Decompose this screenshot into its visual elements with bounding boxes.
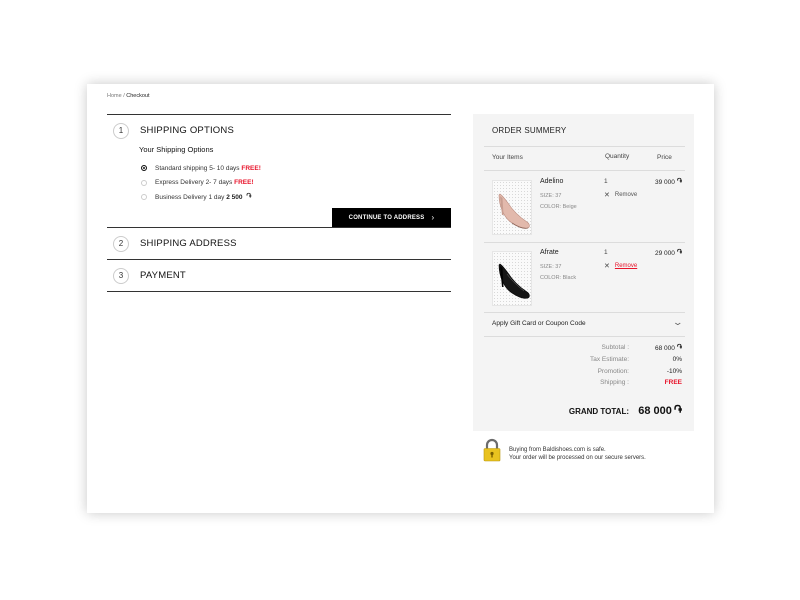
secure-notice: Buying from Baldishoes.com is safe. Your… <box>483 438 693 464</box>
secure-line-2: Your order will be processed on our secu… <box>509 455 646 461</box>
promotion-value: -10% <box>666 368 682 375</box>
item-quantity[interactable]: 1 <box>604 249 608 256</box>
subtotal-value: 68 000 ֏ <box>655 344 682 352</box>
close-icon: ✕ <box>604 192 610 199</box>
subtotal-label: Subtotal : <box>601 344 629 351</box>
item-size: SIZE: 37 <box>540 193 562 199</box>
dram-currency-icon: ֏ <box>676 178 683 185</box>
item-price: 39 000 ֏ <box>655 178 682 186</box>
breadcrumb: Home / Checkout <box>107 93 150 99</box>
breadcrumb-home[interactable]: Home <box>107 93 122 99</box>
secure-line-1: Buying from Baldishoes.com is safe. <box>509 447 606 453</box>
step-payment: 3 PAYMENT <box>107 259 451 292</box>
divider <box>484 170 685 171</box>
continue-to-address-button[interactable]: CONTINUE TO ADDRESS › <box>332 208 451 227</box>
option-label: Business Delivery 1 day <box>155 193 225 201</box>
item-price-value: 29 000 <box>655 249 675 257</box>
grand-total-amount: 68 000 <box>638 404 672 417</box>
dram-currency-icon: ֏ <box>676 249 683 256</box>
tax-value: 0% <box>672 356 682 363</box>
radio-selected[interactable] <box>141 165 147 172</box>
order-summary-panel: ORDER SUMMERY Your Items Quantity Price … <box>473 114 694 431</box>
option-price: FREE! <box>241 164 261 172</box>
step-number: 1 <box>113 122 129 139</box>
continue-label: CONTINUE TO ADDRESS <box>348 214 425 221</box>
item-color: COLOR: Black <box>540 275 577 281</box>
item-price-value: 39 000 <box>655 178 675 186</box>
column-price: Price <box>657 154 672 161</box>
radio-unselected[interactable] <box>141 194 147 201</box>
remove-label: Remove <box>614 263 638 269</box>
heel-shoe-icon <box>498 193 530 229</box>
step-title: SHIPPING ADDRESS <box>140 238 237 249</box>
dram-currency-icon: ֏ <box>676 344 682 351</box>
chevron-down-icon[interactable]: ⌄ <box>673 317 684 328</box>
divider <box>484 336 685 337</box>
checkout-card: Home / Checkout 1 SHIPPING OPTIONS Your … <box>87 84 714 513</box>
padlock-icon <box>483 438 501 462</box>
secure-text: Buying from Baldishoes.com is safe. Your… <box>509 446 646 462</box>
checkout-steps: 1 SHIPPING OPTIONS Your Shipping Options… <box>107 114 451 292</box>
divider <box>484 146 685 147</box>
column-quantity: Quantity <box>605 153 630 160</box>
shipping-option-business[interactable]: Business Delivery 1 day 2 500 ֏ <box>139 190 451 205</box>
close-icon: ✕ <box>604 263 610 270</box>
item-quantity[interactable]: 1 <box>604 178 608 185</box>
subtotal-amount: 68 000 <box>654 344 675 352</box>
shipping-label: Shipping : <box>600 379 629 386</box>
breadcrumb-separator: / <box>123 93 125 99</box>
dram-currency-icon: ֏ <box>673 404 682 416</box>
item-size: SIZE: 37 <box>540 264 562 270</box>
step-header[interactable]: 1 SHIPPING OPTIONS <box>107 115 451 146</box>
shipping-value: FREE <box>664 379 682 386</box>
radio-unselected[interactable] <box>141 179 147 186</box>
product-thumbnail[interactable] <box>492 180 532 235</box>
tax-label: Tax Estimate: <box>589 356 629 363</box>
heel-shoe-icon <box>498 263 530 299</box>
option-price: FREE! <box>234 179 254 187</box>
step-title: PAYMENT <box>140 270 186 281</box>
step-header[interactable]: 2 SHIPPING ADDRESS <box>107 228 451 259</box>
coupon-toggle[interactable]: Apply Gift Card or Coupon Code <box>492 320 586 327</box>
option-price: 2 500 <box>226 193 243 201</box>
step-shipping-options: 1 SHIPPING OPTIONS Your Shipping Options… <box>107 114 451 227</box>
step-title: SHIPPING OPTIONS <box>140 125 234 136</box>
shipping-options-list: Your Shipping Options Standard shipping … <box>107 145 451 205</box>
option-label: Express Delivery 2- 7 days <box>155 179 233 187</box>
shipping-option-express[interactable]: Express Delivery 2- 7 days FREE! <box>139 176 451 191</box>
step-header[interactable]: 3 PAYMENT <box>107 260 451 291</box>
chevron-right-icon: › <box>431 213 435 222</box>
shipping-options-heading: Your Shipping Options <box>139 145 214 154</box>
product-thumbnail[interactable] <box>492 251 532 306</box>
step-number: 2 <box>113 235 129 252</box>
item-color: COLOR: Beige <box>540 204 577 210</box>
step-number: 3 <box>113 267 129 284</box>
column-items: Your Items <box>492 154 523 161</box>
option-label: Standard shipping 5- 10 days <box>155 164 240 172</box>
breadcrumb-current: Checkout <box>126 93 150 99</box>
grand-total-value: 68 000 ֏ <box>638 404 682 417</box>
order-summary-title: ORDER SUMMERY <box>492 126 567 135</box>
item-name: Afrate <box>540 249 559 256</box>
dram-currency-icon: ֏ <box>246 193 252 201</box>
divider <box>484 242 685 243</box>
divider <box>484 312 685 313</box>
remove-item-button[interactable]: ✕ Remove <box>604 191 637 199</box>
grand-total-label: GRAND TOTAL: <box>568 407 629 416</box>
item-price: 29 000 ֏ <box>655 249 682 257</box>
step-shipping-address: 2 SHIPPING ADDRESS <box>107 227 451 259</box>
item-name: Adelino <box>540 178 564 185</box>
shipping-option-standard[interactable]: Standard shipping 5- 10 days FREE! <box>139 161 451 176</box>
remove-label: Remove <box>614 192 638 198</box>
promotion-label: Promotion: <box>597 368 629 375</box>
remove-item-button[interactable]: ✕ Remove <box>604 262 637 270</box>
